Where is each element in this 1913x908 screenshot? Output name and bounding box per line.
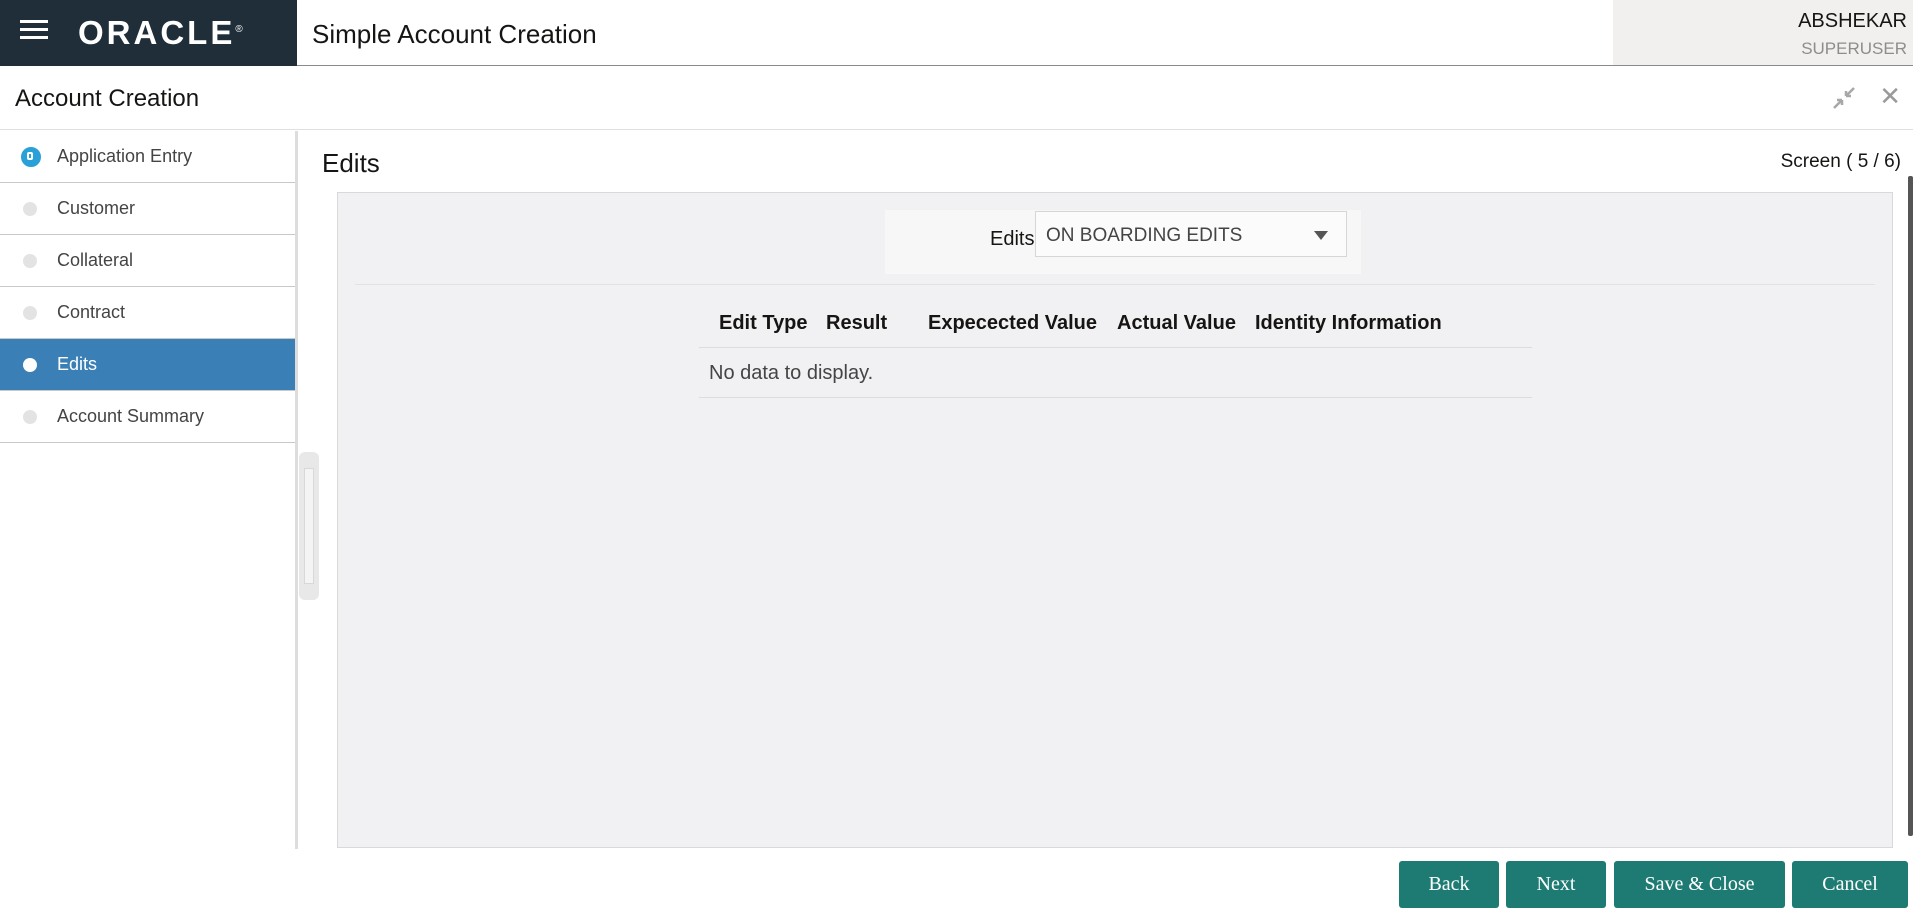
divider [355, 284, 1875, 285]
step-status-icon [21, 147, 41, 167]
table-empty-row: No data to display. [699, 348, 1532, 398]
edits-panel: Edits ON BOARDING EDITS Edit Type Result… [337, 192, 1893, 848]
step-label: Collateral [57, 250, 134, 270]
column-header-expected-value[interactable]: Expecected Value [928, 312, 1097, 335]
step-status-icon [23, 410, 37, 424]
chevron-down-icon [1314, 231, 1328, 240]
step-status-icon [23, 254, 37, 268]
step-label: Edits [57, 354, 98, 374]
vertical-scrollbar[interactable] [1908, 176, 1913, 836]
hamburger-menu-icon[interactable] [20, 20, 48, 42]
edits-filter-label: Edits [990, 228, 1035, 250]
window-title: Account Creation [15, 85, 200, 112]
user-name: ABSHEKAR [1798, 10, 1907, 32]
section-title: Edits [322, 148, 380, 178]
step-collateral[interactable]: Collateral [0, 235, 295, 287]
save-and-close-button[interactable]: Save & Close [1614, 861, 1785, 908]
step-status-icon [23, 202, 37, 216]
cancel-button[interactable]: Cancel [1792, 861, 1908, 908]
edits-select[interactable]: ON BOARDING EDITS [1035, 211, 1347, 257]
screen-counter: Screen ( 5 / 6) [1780, 151, 1901, 172]
panel-splitter-handle[interactable] [299, 452, 319, 600]
step-label: Account Summary [57, 406, 205, 426]
top-header: ORACLE® Simple Account Creation ABSHEKAR… [0, 0, 1913, 66]
edits-filter: Edits ON BOARDING EDITS [885, 210, 1361, 274]
step-edits[interactable]: Edits [0, 339, 295, 391]
minimize-icon[interactable] [1831, 85, 1857, 111]
close-icon[interactable]: ✕ [1879, 83, 1901, 109]
oracle-logo: ORACLE® [78, 14, 243, 51]
user-menu[interactable]: ABSHEKAR SUPERUSER [1613, 0, 1913, 65]
step-customer[interactable]: Customer [0, 183, 295, 235]
back-button[interactable]: Back [1399, 861, 1499, 908]
window-header: Account Creation ✕ [0, 67, 1913, 130]
column-header-identity-information[interactable]: Identity Information [1255, 312, 1442, 335]
step-label: Customer [57, 198, 136, 218]
table-header: Edit Type Result Expecected Value Actual… [699, 299, 1532, 348]
user-role: SUPERUSER [1801, 39, 1907, 58]
next-button[interactable]: Next [1506, 861, 1606, 908]
step-account-summary[interactable]: Account Summary [0, 391, 295, 443]
edits-select-value: ON BOARDING EDITS [1046, 225, 1243, 246]
column-header-edit-type[interactable]: Edit Type [719, 312, 808, 335]
edits-table: Edit Type Result Expecected Value Actual… [699, 299, 1532, 398]
step-application-entry[interactable]: Application Entry [0, 131, 295, 183]
step-label: Contract [57, 302, 126, 322]
column-header-actual-value[interactable]: Actual Value [1117, 312, 1236, 335]
column-header-result[interactable]: Result [826, 312, 887, 335]
step-status-icon [23, 358, 37, 372]
step-contract[interactable]: Contract [0, 287, 295, 339]
empty-message: No data to display. [709, 362, 874, 384]
step-label: Application Entry [57, 146, 193, 166]
step-status-icon [23, 306, 37, 320]
brand-bar: ORACLE® [0, 0, 297, 66]
app-title: Simple Account Creation [312, 19, 597, 49]
train-sidebar: Application Entry Customer Collateral Co… [0, 131, 298, 849]
